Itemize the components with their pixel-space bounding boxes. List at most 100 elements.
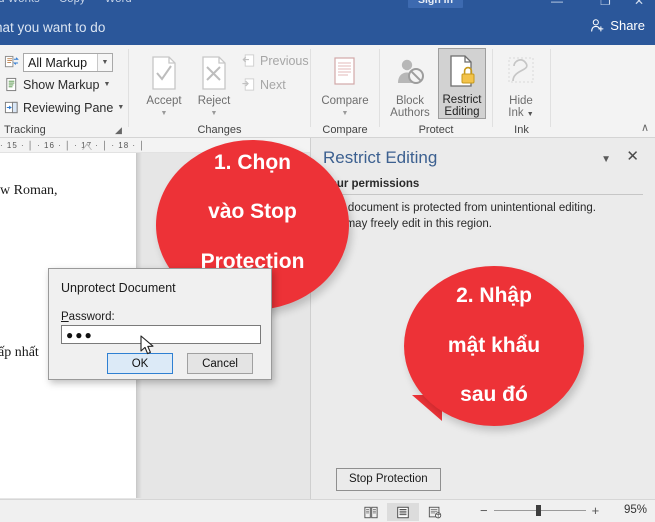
unprotect-document-dialog: Unprotect Document Password: ●●● OK Canc… bbox=[48, 268, 272, 380]
ribbon-group-label-tracking: Tracking bbox=[4, 124, 46, 136]
chevron-down-icon[interactable]: ▼ bbox=[140, 108, 188, 120]
restrict-editing-lock-icon bbox=[439, 49, 485, 91]
compare-documents-icon bbox=[321, 50, 369, 92]
previous-label: Previous bbox=[260, 53, 309, 68]
chevron-down-icon[interactable]: ▼ bbox=[117, 104, 124, 111]
block-authors-icon bbox=[383, 50, 437, 92]
status-bar: − + 95% bbox=[0, 499, 655, 522]
show-markup-label: Show Markup bbox=[23, 77, 100, 92]
zoom-in-button[interactable]: + bbox=[592, 504, 600, 517]
pane-body-line-2: You may freely edit in this region. bbox=[323, 218, 492, 230]
tell-me-bar: hat you want to do Share bbox=[0, 12, 655, 45]
reviewing-pane-icon bbox=[4, 100, 19, 115]
mouse-cursor-icon bbox=[140, 335, 157, 362]
chevron-down-icon[interactable]: ▼ bbox=[321, 108, 369, 120]
chevron-down-icon[interactable]: ▼ bbox=[190, 108, 238, 120]
zoom-out-button[interactable]: − bbox=[480, 504, 488, 517]
show-markup-icon bbox=[4, 77, 19, 92]
hide-ink-button[interactable]: Hide Ink ▼ bbox=[497, 50, 545, 121]
block-authors-label-line1: Block bbox=[395, 95, 425, 107]
hide-ink-label-line2: Ink ▼ bbox=[508, 107, 534, 119]
minimize-button[interactable]: — bbox=[551, 0, 563, 8]
chevron-down-icon[interactable]: ▼ bbox=[103, 81, 110, 88]
ruler-marks: · 15 · │ · 16 · │ · 17 · │ · 18 · │ bbox=[0, 141, 146, 150]
ribbon-group-changes: Accept ▼ Reject ▼ Previous Next Changes bbox=[129, 45, 310, 138]
pane-body-text: This document is protected from unintent… bbox=[323, 200, 648, 232]
zoom-percentage-label[interactable]: 95% bbox=[624, 504, 647, 516]
hide-ink-pen-icon bbox=[497, 50, 545, 92]
stop-protection-button[interactable]: Stop Protection bbox=[336, 468, 441, 491]
pane-title: Restrict Editing bbox=[323, 148, 438, 167]
document-text-line-1: w Roman, bbox=[0, 183, 58, 198]
password-label: Password: bbox=[61, 311, 115, 323]
restrict-editing-label-line2: Editing bbox=[444, 106, 480, 118]
tell-me-search-input[interactable]: hat you want to do bbox=[0, 20, 105, 35]
word-application-window: nd Works Copy Word Sign in — ❐ ✕ hat you… bbox=[0, 0, 655, 522]
zoom-slider[interactable]: − + bbox=[480, 504, 599, 517]
cancel-button[interactable]: Cancel bbox=[187, 353, 253, 374]
share-label: Share bbox=[610, 18, 645, 33]
reject-button[interactable]: Reject ▼ bbox=[190, 50, 238, 120]
restrict-editing-label-line1: Restrict bbox=[442, 94, 482, 106]
callout-step-2-line-1: 1. Chọn bbox=[214, 150, 291, 174]
title-crumb-2: Word bbox=[105, 0, 132, 5]
accept-label: Accept bbox=[146, 95, 182, 107]
title-bar: nd Works Copy Word Sign in — ❐ ✕ bbox=[0, 0, 655, 12]
ribbon-review-tab: All Markup ▼ Show Markup ▼ Reviewing Pan… bbox=[0, 45, 655, 138]
hide-ink-label-line1: Hide bbox=[509, 95, 533, 107]
accept-button[interactable]: Accept ▼ bbox=[140, 50, 188, 120]
next-change-button[interactable]: Next bbox=[241, 77, 286, 92]
show-markup-button[interactable]: Show Markup ▼ bbox=[4, 77, 110, 92]
ribbon-group-label-compare: Compare bbox=[322, 124, 368, 136]
web-layout-button[interactable] bbox=[419, 503, 451, 521]
reject-label: Reject bbox=[197, 95, 231, 107]
pane-divider bbox=[323, 194, 643, 195]
read-mode-button[interactable] bbox=[355, 503, 387, 521]
reviewing-pane-button[interactable]: Reviewing Pane ▼ bbox=[4, 100, 124, 115]
reviewing-pane-label: Reviewing Pane bbox=[23, 100, 114, 115]
document-text-line-2: ấp nhất bbox=[0, 345, 39, 360]
restrict-editing-button[interactable]: Restrict Editing bbox=[438, 48, 486, 119]
compare-label: Compare bbox=[321, 95, 369, 107]
close-window-button[interactable]: ✕ bbox=[634, 0, 644, 8]
callout-step-1-text: 2. Nhập mật khẩu sau đó bbox=[432, 284, 556, 408]
password-input[interactable]: ●●● bbox=[61, 325, 261, 344]
collapse-ribbon-button[interactable]: ∧ bbox=[641, 121, 649, 134]
block-authors-button[interactable]: Block Authors bbox=[383, 50, 437, 119]
title-crumb-1: Copy bbox=[59, 0, 85, 5]
ribbon-group-tracking: All Markup ▼ Show Markup ▼ Reviewing Pan… bbox=[0, 45, 128, 138]
indent-marker-inner bbox=[83, 145, 91, 150]
pane-options-dropdown-icon[interactable]: ▼ bbox=[601, 154, 611, 165]
sign-in-button[interactable]: Sign in bbox=[408, 0, 463, 8]
display-for-review-value: All Markup bbox=[28, 55, 88, 70]
next-label: Next bbox=[260, 77, 286, 92]
share-button[interactable]: Share bbox=[590, 18, 645, 33]
password-label-rest: assword: bbox=[68, 311, 115, 323]
title-bar-document-name: nd Works Copy Word bbox=[0, 0, 148, 5]
print-layout-button[interactable] bbox=[387, 503, 419, 521]
callout-step-2-line-2: vào Stop bbox=[208, 200, 297, 224]
next-icon bbox=[241, 77, 256, 92]
callout-step-1-line-2: mật khẩu bbox=[447, 333, 541, 357]
title-crumb-0: nd Works bbox=[0, 0, 40, 5]
display-for-review-combo[interactable]: All Markup ▼ bbox=[23, 53, 113, 72]
callout-step-1-line-1: 2. Nhập bbox=[456, 284, 532, 308]
ribbon-group-protect: Block Authors Restrict Editing Protect bbox=[380, 45, 492, 138]
compare-button[interactable]: Compare ▼ bbox=[321, 50, 369, 120]
pane-close-icon[interactable]: ✕ bbox=[626, 149, 639, 164]
ribbon-group-label-protect: Protect bbox=[418, 124, 454, 136]
zoom-slider-track[interactable] bbox=[493, 505, 586, 516]
accept-check-icon bbox=[140, 50, 188, 92]
display-for-review-icon bbox=[4, 55, 19, 70]
previous-change-button[interactable]: Previous bbox=[241, 53, 309, 68]
zoom-slider-thumb[interactable] bbox=[535, 505, 541, 516]
pane-body-line-1: This document is protected from unintent… bbox=[323, 202, 596, 214]
display-for-review-row: All Markup ▼ bbox=[4, 53, 113, 72]
reject-cross-icon bbox=[190, 50, 238, 92]
tracking-dialog-launcher[interactable]: ◢ bbox=[115, 125, 125, 135]
chevron-down-icon[interactable]: ▼ bbox=[97, 54, 112, 71]
block-authors-label-line2: Authors bbox=[390, 107, 430, 119]
previous-icon bbox=[241, 53, 256, 68]
ribbon-group-label-changes: Changes bbox=[197, 124, 242, 136]
restore-button[interactable]: ❐ bbox=[600, 0, 611, 8]
